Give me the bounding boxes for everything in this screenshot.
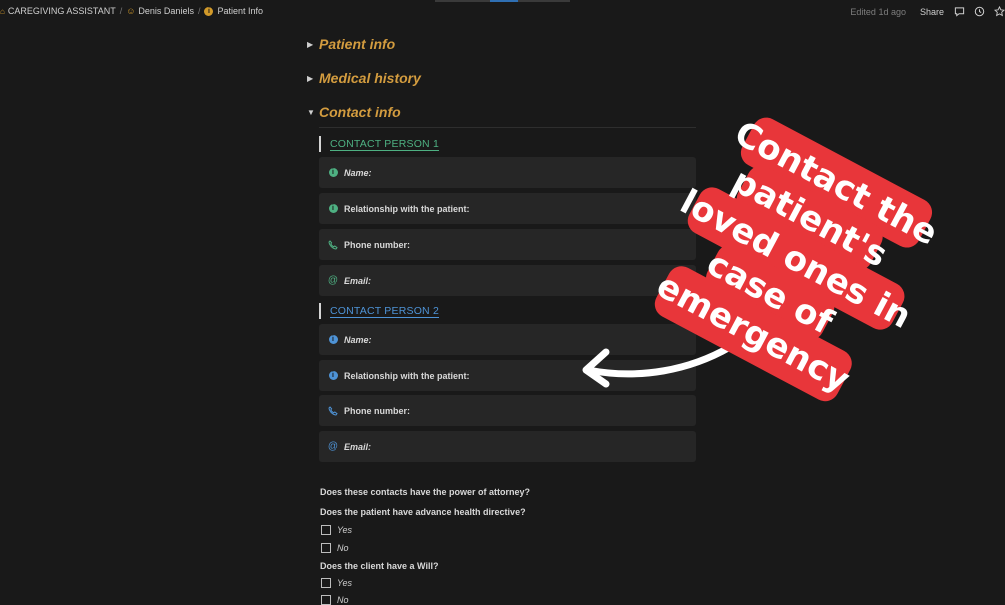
contact2-email-field[interactable]: @ Email:: [319, 431, 696, 462]
top-bar: ⌂ CAREGIVING ASSISTANT / ☺ Denis Daniels…: [0, 0, 1005, 26]
question-will: Does the client have a Will?: [320, 561, 439, 571]
triangle-down-icon[interactable]: ▼: [307, 108, 317, 117]
relationship-label: Relationship with the patient:: [344, 203, 470, 214]
toggle-label: Patient info: [319, 36, 396, 52]
triangle-right-icon[interactable]: ▶: [307, 74, 317, 83]
option-label: Yes: [337, 525, 353, 535]
tab-strip: [435, 0, 570, 2]
toggle-contact-info[interactable]: ▼ Contact info: [307, 104, 401, 120]
checkbox-will-yes[interactable]: Yes: [321, 578, 352, 588]
option-label: No: [337, 595, 349, 605]
name-label: Name:: [344, 167, 372, 178]
breadcrumb-page[interactable]: Patient Info: [217, 6, 263, 16]
star-icon[interactable]: [994, 6, 1005, 17]
email-label: Email:: [344, 441, 372, 452]
clock-icon[interactable]: [974, 6, 985, 17]
breadcrumb: ⌂ CAREGIVING ASSISTANT / ☺ Denis Daniels…: [0, 6, 264, 16]
checkbox-directive-no[interactable]: No: [321, 543, 349, 553]
toggle-patient-info[interactable]: ▶ Patient info: [307, 36, 395, 52]
phone-icon: [328, 405, 338, 416]
name-label: Name:: [344, 334, 372, 345]
contact1-email-field[interactable]: @ Email:: [319, 265, 696, 296]
info-icon: i: [328, 335, 338, 344]
phone-label: Phone number:: [344, 405, 411, 416]
divider: [319, 127, 696, 128]
phone-label: Phone number:: [344, 239, 411, 250]
info-icon: i: [204, 6, 214, 16]
phone-icon: [328, 239, 338, 250]
breadcrumb-workspace[interactable]: CAREGIVING ASSISTANT: [8, 6, 116, 16]
checkbox-will-no[interactable]: No: [321, 595, 349, 605]
checkbox-icon[interactable]: [321, 543, 331, 553]
share-button[interactable]: Share: [920, 7, 944, 17]
at-icon: @: [327, 274, 339, 286]
question-health-directive: Does the patient have advance health dir…: [320, 507, 526, 517]
callout-line: patient's: [725, 161, 893, 276]
callout-line: case of: [700, 244, 840, 344]
info-icon: i: [328, 371, 338, 380]
checkbox-directive-yes[interactable]: Yes: [321, 525, 352, 535]
contact-person-1-heading: CONTACT PERSON 1: [319, 136, 439, 152]
toolbar: Edited 1d ago Share: [850, 6, 1005, 17]
relationship-label: Relationship with the patient:: [344, 370, 470, 381]
contact1-relationship-field[interactable]: i Relationship with the patient:: [319, 193, 696, 224]
home-icon: ⌂: [0, 6, 5, 16]
contact1-phone-field[interactable]: Phone number:: [319, 229, 696, 260]
toggle-label: Medical history: [319, 70, 421, 86]
checkbox-icon[interactable]: [321, 578, 331, 588]
contact1-name-field[interactable]: i Name:: [319, 157, 696, 188]
contact2-relationship-field[interactable]: i Relationship with the patient:: [319, 360, 696, 391]
option-label: No: [337, 543, 349, 553]
callout-line: loved ones in: [674, 182, 918, 337]
info-icon: i: [328, 168, 338, 177]
person-icon: ☺: [126, 6, 136, 16]
contact2-name-field[interactable]: i Name:: [319, 324, 696, 355]
contact2-phone-field[interactable]: Phone number:: [319, 395, 696, 426]
contact-person-2-heading: CONTACT PERSON 2: [319, 303, 439, 319]
breadcrumb-person[interactable]: Denis Daniels: [138, 6, 194, 16]
checkbox-icon[interactable]: [321, 525, 331, 535]
toggle-medical-history[interactable]: ▶ Medical history: [307, 70, 421, 86]
at-icon: @: [327, 440, 339, 452]
comment-icon[interactable]: [954, 6, 965, 17]
callout-line: Contact the: [728, 113, 944, 253]
question-power-of-attorney: Does these contacts have the power of at…: [320, 487, 531, 497]
info-icon: i: [328, 204, 338, 213]
toggle-label: Contact info: [319, 104, 401, 120]
triangle-right-icon[interactable]: ▶: [307, 40, 317, 49]
edited-timestamp: Edited 1d ago: [850, 6, 906, 17]
option-label: Yes: [337, 578, 353, 588]
email-label: Email:: [344, 275, 372, 286]
checkbox-icon[interactable]: [321, 595, 331, 605]
